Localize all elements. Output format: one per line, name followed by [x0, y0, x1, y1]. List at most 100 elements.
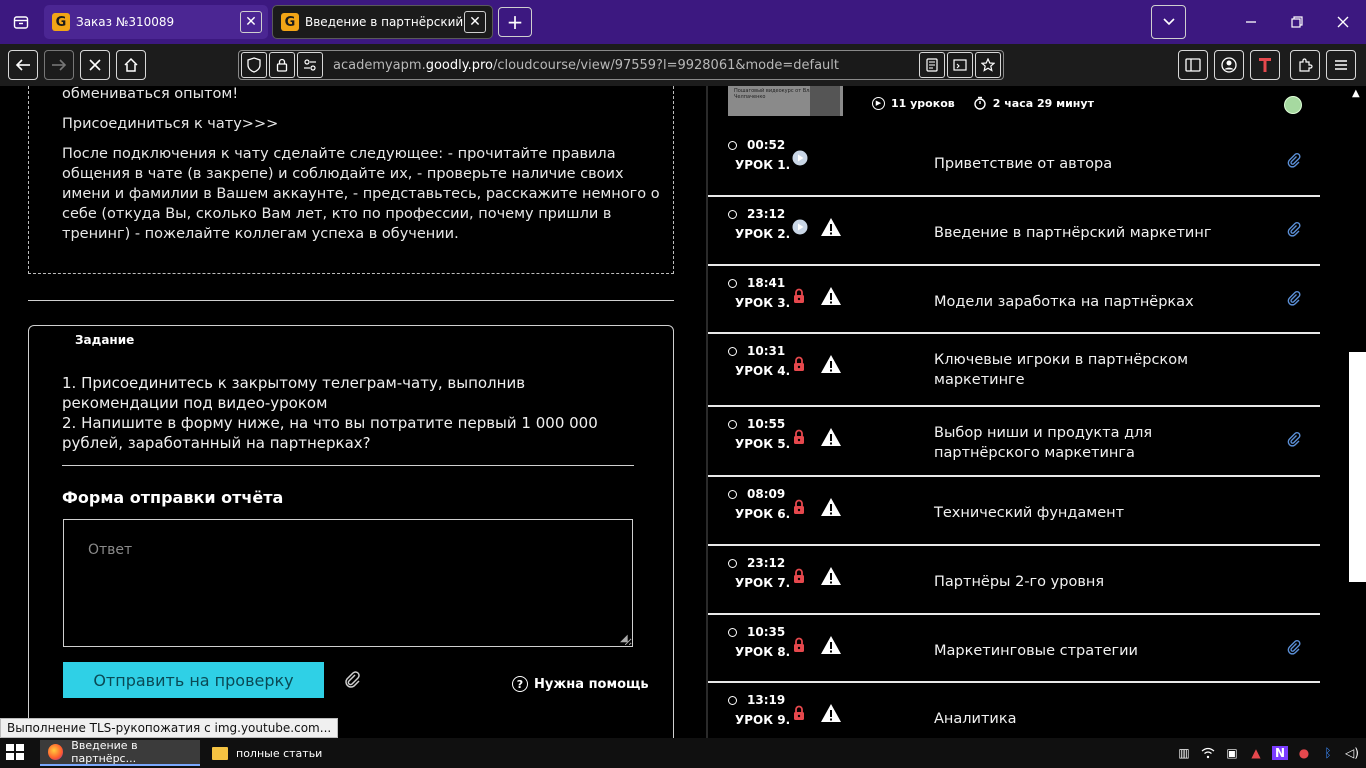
account-icon: [1221, 57, 1237, 73]
play-circle-icon: ▶: [872, 96, 885, 110]
minimize-icon: [1246, 21, 1256, 23]
course-thumbnail[interactable]: Пошаговый видеокурс от Владислава Челпач…: [728, 86, 843, 116]
close-tab-icon[interactable]: ✕: [240, 11, 262, 33]
stopwatch-icon: [728, 695, 737, 705]
close-window-button[interactable]: [1320, 0, 1366, 44]
warning-icon: [820, 703, 842, 727]
account-button[interactable]: [1214, 50, 1244, 80]
close-icon: [89, 59, 101, 71]
home-button[interactable]: [116, 50, 146, 80]
attach-file-button[interactable]: [342, 669, 362, 693]
address-bar[interactable]: academyapm.goodly.pro/cloudcourse/view/9…: [238, 50, 1004, 80]
lesson-row[interactable]: 23:12 УРОК 2. Введение в партнёрский марке…: [708, 197, 1320, 266]
lesson-duration: 00:52: [728, 138, 785, 152]
task-line-1: 1. Присоединитесь к закрытому телеграм-ч…: [62, 374, 526, 412]
tab-overflow-button[interactable]: [1151, 5, 1186, 39]
resize-handle-icon[interactable]: ◢: [620, 633, 628, 644]
author-photo: [810, 86, 840, 116]
lesson-title[interactable]: Маркетинговые стратегии: [934, 641, 1234, 661]
stop-button[interactable]: [80, 50, 110, 80]
site-security-button[interactable]: [269, 52, 295, 78]
close-tab-icon[interactable]: ✕: [464, 11, 486, 33]
lesson-title[interactable]: Приветствие от автора: [934, 154, 1234, 174]
sidebar-button[interactable]: [1178, 50, 1208, 80]
help-link[interactable]: ? Нужна помощь: [512, 676, 649, 692]
stopwatch-icon: [728, 419, 737, 429]
list-all-tabs-button[interactable]: [6, 7, 36, 37]
app-n-tray-icon[interactable]: N: [1268, 738, 1292, 768]
restore-button[interactable]: [1274, 0, 1320, 44]
lessons-sidebar: Пошаговый видеокурс от Владислава Челпач…: [706, 86, 1366, 738]
navigation-toolbar: academyapm.goodly.pro/cloudcourse/view/9…: [0, 44, 1366, 86]
app-red-tray-icon[interactable]: ●: [1292, 738, 1316, 768]
lesson-number: УРОК 5.: [735, 437, 791, 451]
paperclip-icon[interactable]: [1286, 290, 1302, 310]
join-chat-link[interactable]: Присоединиться к чату>>>: [62, 114, 278, 134]
lesson-title[interactable]: Ключевые игроки в партнёрском маркетинге: [934, 350, 1234, 390]
lesson-time: 08:09: [747, 487, 786, 501]
page-scrollbar[interactable]: ▲: [1349, 86, 1366, 738]
paperclip-icon[interactable]: [1286, 431, 1302, 451]
screenshot-tray-icon[interactable]: ▣: [1220, 738, 1244, 768]
minimize-button[interactable]: [1228, 0, 1274, 44]
bluetooth-icon[interactable]: ᛒ: [1316, 738, 1340, 768]
extension-t-button[interactable]: [1250, 50, 1280, 80]
tab-order[interactable]: G Заказ №310089 ✕: [44, 5, 268, 39]
security-tray-icon[interactable]: ▲: [1244, 738, 1268, 768]
answer-textarea[interactable]: [63, 519, 633, 647]
lesson-row[interactable]: 10:31 УРОК 4. Ключевые игроки в партнёрско…: [708, 334, 1320, 407]
back-button[interactable]: [8, 50, 38, 80]
lock-icon: [792, 429, 806, 449]
tab-title: Введение в партнёрский мар: [305, 15, 464, 29]
paperclip-icon[interactable]: [1286, 221, 1302, 241]
lesson-title[interactable]: Выбор ниши и продукта для партнёрского м…: [934, 423, 1234, 463]
windows-start-icon[interactable]: [6, 744, 26, 762]
app-menu-button[interactable]: [1326, 50, 1356, 80]
forward-button[interactable]: [44, 50, 74, 80]
tab-course[interactable]: G Введение в партнёрский мар ✕: [272, 5, 493, 39]
url-text[interactable]: academyapm.goodly.pro/cloudcourse/view/9…: [333, 58, 919, 73]
stopwatch-icon: [728, 558, 737, 568]
scrollbar-thumb[interactable]: [1349, 352, 1366, 582]
reader-view-button[interactable]: [919, 52, 945, 78]
extensions-button[interactable]: [1290, 50, 1320, 80]
lesson-row[interactable]: 23:12 УРОК 7. Партнёры 2-го уровня: [708, 546, 1320, 615]
paperclip-icon[interactable]: [1286, 152, 1302, 172]
scroll-up-icon[interactable]: ▲: [1352, 88, 1360, 99]
taskbar-firefox[interactable]: Введение в партнёрс...: [40, 739, 200, 766]
lesson-row[interactable]: 13:19 УРОК 9. Аналитика: [708, 683, 1320, 738]
lesson-title[interactable]: Введение в партнёрский маркетинг: [934, 223, 1234, 243]
bookmark-star-button[interactable]: [975, 52, 1001, 78]
lesson-duration: 10:35: [728, 625, 785, 639]
lesson-duration: 08:09: [728, 487, 785, 501]
tracking-protection-button[interactable]: [241, 52, 267, 78]
lesson-title[interactable]: Модели заработка на партнёрках: [934, 292, 1234, 312]
volume-icon[interactable]: ◁): [1340, 738, 1364, 768]
paperclip-icon[interactable]: [1286, 639, 1302, 659]
network-icon[interactable]: [1196, 738, 1220, 768]
lesson-row[interactable]: 10:35 УРОК 8. Маркетинговые стратегии: [708, 615, 1320, 683]
lesson-number: УРОК 7.: [735, 576, 791, 590]
submit-for-review-button[interactable]: Отправить на проверку: [63, 662, 324, 698]
new-tab-button[interactable]: +: [498, 7, 532, 37]
lesson-row[interactable]: 10:55 УРОК 5. Выбор ниши и продукта для па…: [708, 407, 1320, 477]
tab-title: Заказ №310089: [76, 15, 175, 29]
star-icon: [981, 58, 995, 72]
lesson-title[interactable]: Технический фундамент: [934, 503, 1234, 523]
lesson-title[interactable]: Аналитика: [934, 709, 1234, 729]
play-circle-icon: [792, 219, 808, 239]
lesson-title[interactable]: Партнёры 2-го уровня: [934, 572, 1234, 592]
restore-icon: [1291, 16, 1303, 28]
lesson-row[interactable]: 00:52 УРОК 1. Приветствие от автора: [708, 128, 1320, 197]
stopwatch-icon: [728, 140, 737, 150]
screenshot-button[interactable]: [947, 52, 973, 78]
arrow-right-icon: [52, 59, 67, 71]
lesson-duration: 10:55: [728, 417, 785, 431]
permissions-button[interactable]: [297, 52, 323, 78]
lesson-number: УРОК 9.: [735, 713, 791, 727]
taskbar-explorer[interactable]: полные статьи: [204, 740, 364, 766]
lesson-row[interactable]: 08:09 УРОК 6. Технический фундамент: [708, 477, 1320, 546]
audio-app-icon[interactable]: ▥: [1172, 738, 1196, 768]
lesson-row[interactable]: 18:41 УРОК 3. Модели заработка на партнёрк…: [708, 266, 1320, 334]
arrow-left-icon: [15, 59, 30, 71]
